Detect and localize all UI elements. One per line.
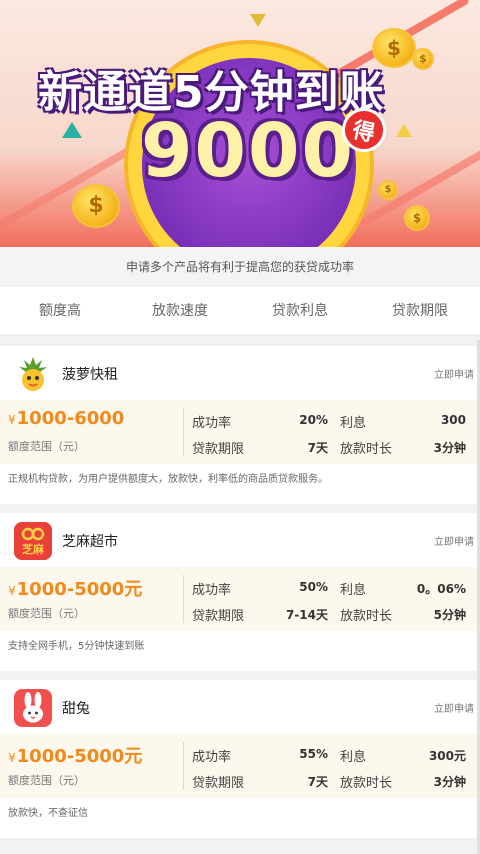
payout-time-value: 3分钟 [433,775,466,789]
payout-time-label: 放款时长 [340,609,393,624]
coin-icon: $ [378,180,398,200]
apply-link[interactable]: 立即申请 [434,533,474,548]
loan-term-value: 7天 [307,775,328,789]
banner-triangle [396,124,412,137]
amount-range-label: 额度范围（元） [8,607,85,620]
filter-term[interactable]: 贷款期限 [360,287,480,334]
product-name: 甜兔 [62,701,90,717]
amount-text: 1000-5000元 [16,746,143,767]
amount-range-label: 额度范围（元） [8,774,85,787]
divider [183,408,184,456]
payout-time-value: 5分钟 [433,608,466,622]
success-rate-value: 20% [299,413,328,427]
product-header: 芝麻 芝麻超市 立即申请 [0,513,480,567]
interest-value: 300元 [428,749,466,763]
amount-text: 1000-6000 [16,408,125,429]
amount-range-value: ¥1000-6000 [8,408,124,429]
product-details: ¥1000-5000元 额度范围（元） 成功率 55% 贷款期限 7天 利息 3… [0,734,480,798]
interest-label: 利息 [340,416,367,431]
currency-symbol: ¥ [8,584,16,598]
apply-link[interactable]: 立即申请 [434,700,474,715]
payout-time-label: 放款时长 [340,776,393,791]
loan-term-label: 贷款期限 [192,609,245,624]
interest-label: 利息 [340,583,367,598]
product-details: ¥1000-6000 额度范围（元） 成功率 20% 贷款期限 7天 利息 30… [0,400,480,464]
tip-text: 申请多个产品将有利于提高您的获贷成功率 [0,247,480,287]
product-card[interactable]: 芝麻 芝麻超市 立即申请 ¥1000-5000元 额度范围（元） 成功率 50%… [0,513,480,671]
loan-term-label: 贷款期限 [192,442,245,457]
banner-triangle [62,122,82,138]
product-details: ¥1000-5000元 额度范围（元） 成功率 50% 贷款期限 7-14天 利… [0,567,480,631]
payout-time-label: 放款时长 [340,442,393,457]
loan-term-value: 7-14天 [285,608,328,622]
banner-triangle [250,14,266,27]
apply-link[interactable]: 立即申请 [434,366,474,381]
product-name: 菠萝快租 [62,367,118,383]
pineapple-icon [14,355,52,393]
product-header: 菠萝快租 立即申请 [0,346,480,400]
coin-icon: $ [72,184,120,228]
success-rate-label: 成功率 [192,583,232,598]
product-header: 甜兔 立即申请 [0,680,480,734]
loan-term-label: 贷款期限 [192,776,245,791]
filter-limit[interactable]: 额度高 [0,287,120,334]
product-name: 芝麻超市 [62,534,118,550]
filter-interest[interactable]: 贷款利息 [240,287,360,334]
zhima-icon: 芝麻 [14,522,52,560]
interest-value: 300 [440,413,466,427]
payout-time-value: 3分钟 [433,441,466,455]
success-rate-label: 成功率 [192,416,232,431]
product-card[interactable]: 菠萝快租 立即申请 ¥1000-6000 额度范围（元） 成功率 20% 贷款期… [0,346,480,504]
filter-speed[interactable]: 放款速度 [120,287,240,334]
product-desc: 放款快，不查征信 [8,808,88,819]
amount-range-label: 额度范围（元） [8,440,85,453]
rabbit-icon [14,689,52,727]
product-card[interactable]: 甜兔 立即申请 ¥1000-5000元 额度范围（元） 成功率 55% 贷款期限… [0,680,480,838]
zhima-icon-text: 芝麻 [22,542,45,556]
interest-value: 0。06% [416,582,466,596]
amount-range-value: ¥1000-5000元 [8,742,142,768]
banner-amount: 9000 [141,108,355,194]
currency-symbol: ¥ [8,751,16,765]
success-rate-value: 50% [299,580,328,594]
success-rate-label: 成功率 [192,750,232,765]
coin-icon: $ [404,205,430,231]
promo-banner[interactable]: $ $ $ $ $ 新通道5分钟到账 9000 得 [0,0,480,247]
amount-text: 1000-5000元 [16,579,143,600]
divider [183,575,184,623]
divider [183,742,184,790]
success-rate-value: 55% [299,747,328,761]
loan-term-value: 7天 [307,441,328,455]
interest-label: 利息 [340,750,367,765]
filter-bar: 额度高 放款速度 贷款利息 贷款期限 [0,287,480,335]
product-desc: 正规机构贷款，为用户提供额度大，放款快，利率低的商品质贷款服务。 [8,474,328,485]
amount-range-value: ¥1000-5000元 [8,575,142,601]
product-desc: 支持全网手机，5分钟快速到账 [8,641,145,652]
currency-symbol: ¥ [8,413,16,427]
